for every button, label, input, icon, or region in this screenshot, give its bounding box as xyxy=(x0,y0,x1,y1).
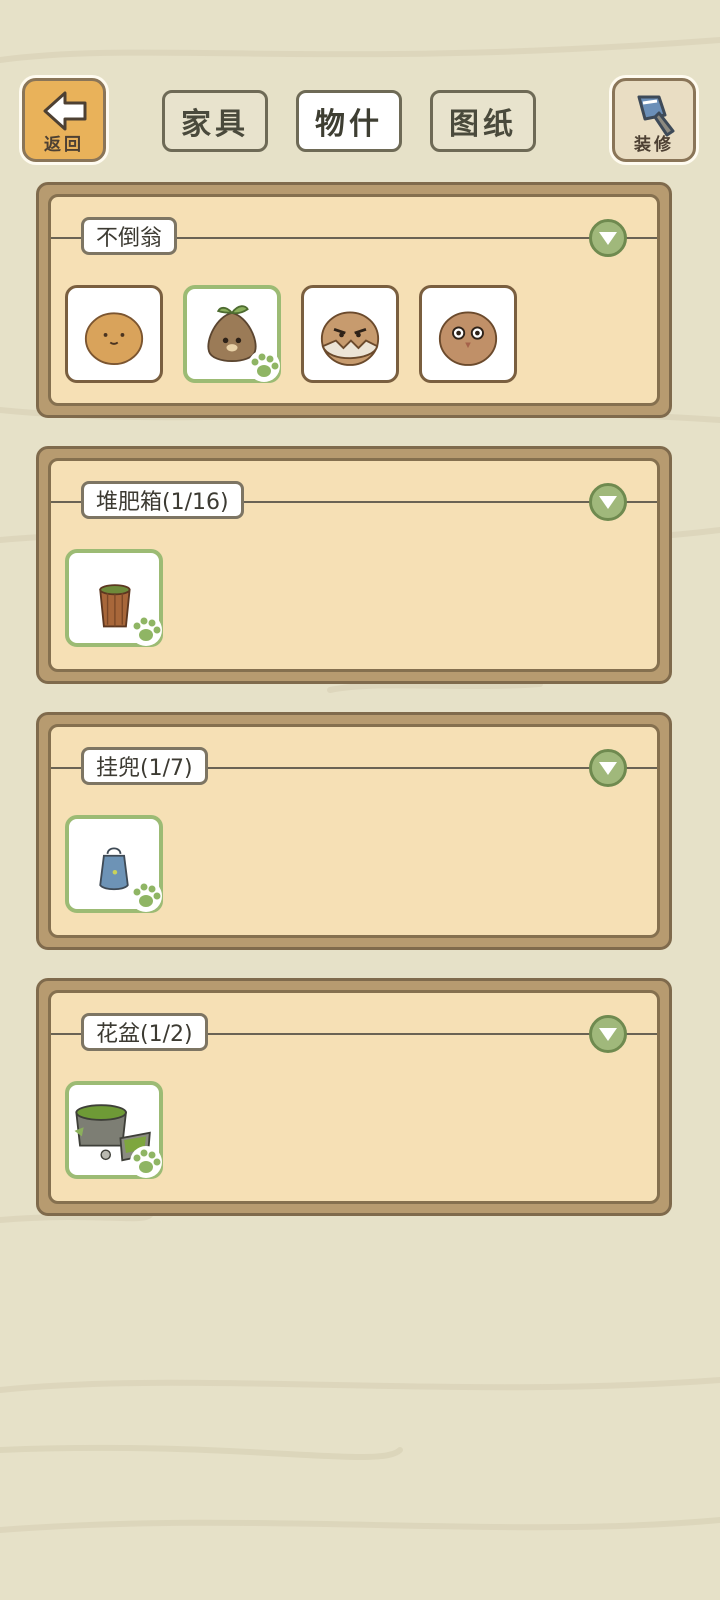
collapse-toggle-button[interactable] xyxy=(589,1015,627,1053)
triangle-down-icon xyxy=(599,496,617,509)
panel-body: 不倒翁 xyxy=(48,194,660,406)
category-panel-compost: 堆肥箱(1/16) xyxy=(36,446,672,684)
collapse-toggle-button[interactable] xyxy=(589,483,627,521)
collapse-toggle-button[interactable] xyxy=(589,749,627,787)
frog-paw-icon xyxy=(130,880,162,912)
category-title: 挂兜(1/7) xyxy=(81,747,208,785)
item-list xyxy=(65,285,517,383)
decorate-label: 装修 xyxy=(634,135,674,155)
category-title: 花盆(1/2) xyxy=(81,1013,208,1051)
category-panel-flowerpot: 花盆(1/2) xyxy=(36,978,672,1216)
item-list xyxy=(65,1081,163,1179)
item-sprout-tumbler[interactable] xyxy=(183,285,281,383)
category-title: 堆肥箱(1/16) xyxy=(81,481,244,519)
panel-body: 堆肥箱(1/16) xyxy=(48,458,660,672)
back-label: 返回 xyxy=(44,135,84,155)
triangle-down-icon xyxy=(599,1028,617,1041)
category-panel-pouch: 挂兜(1/7) xyxy=(36,712,672,950)
owl-tumbler-icon xyxy=(438,311,498,366)
triangle-down-icon xyxy=(599,232,617,245)
plain-tumbler-icon xyxy=(84,312,144,365)
frog-paw-icon xyxy=(130,1146,162,1178)
tab-items[interactable]: 物什 xyxy=(296,90,402,152)
item-owl-tumbler[interactable] xyxy=(419,285,517,383)
tab-furniture[interactable]: 家具 xyxy=(162,90,268,152)
collapse-toggle-button[interactable] xyxy=(589,219,627,257)
grumpy-tumbler-icon xyxy=(320,311,380,366)
frog-paw-icon xyxy=(248,350,280,382)
back-button[interactable]: 返回 xyxy=(22,78,106,162)
panel-body: 花盆(1/2) xyxy=(48,990,660,1204)
category-title: 不倒翁 xyxy=(81,217,178,255)
decorate-button[interactable]: 装修 xyxy=(612,78,696,162)
frog-paw-icon xyxy=(130,614,162,646)
item-compost-bucket[interactable] xyxy=(65,549,163,647)
tab-blueprints[interactable]: 图纸 xyxy=(430,90,536,152)
panel-body: 挂兜(1/7) xyxy=(48,724,660,938)
category-panel-tumbler: 不倒翁 xyxy=(36,182,672,418)
item-list xyxy=(65,815,163,913)
item-list xyxy=(65,549,163,647)
item-plain-tumbler[interactable] xyxy=(65,285,163,383)
item-moss-flower-pot[interactable] xyxy=(65,1081,163,1179)
item-grumpy-tumbler[interactable] xyxy=(301,285,399,383)
triangle-down-icon xyxy=(599,762,617,775)
item-hanging-pouch[interactable] xyxy=(65,815,163,913)
